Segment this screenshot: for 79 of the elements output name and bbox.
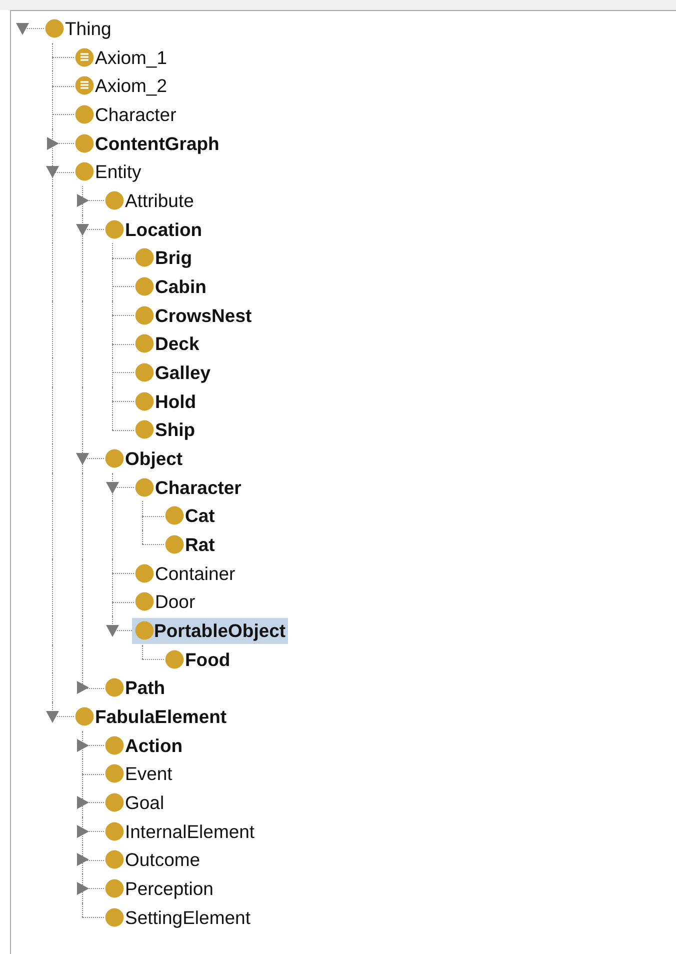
- collapse-toggle-icon[interactable]: [76, 452, 89, 466]
- class-label[interactable]: Cabin: [154, 274, 208, 300]
- expand-toggle-icon[interactable]: [76, 824, 89, 838]
- circle-icon: [105, 736, 124, 755]
- class-label[interactable]: CrowsNest: [154, 302, 254, 329]
- circle-icon: [135, 277, 154, 296]
- circle-icon: [75, 162, 94, 182]
- circle-icon: [105, 764, 124, 784]
- expand-toggle-icon[interactable]: [76, 738, 89, 752]
- class-label[interactable]: Axiom_1: [94, 44, 169, 71]
- expand-toggle-icon[interactable]: [76, 194, 89, 208]
- circle-icon: [105, 850, 124, 870]
- circle-icon: [135, 621, 154, 640]
- circle-icon: [75, 707, 94, 726]
- class-label[interactable]: ContentGraph: [94, 130, 222, 157]
- class-label[interactable]: Character: [94, 102, 178, 128]
- class-label[interactable]: Thing: [64, 16, 114, 42]
- circle-icon: [135, 420, 154, 440]
- class-label[interactable]: Path: [124, 675, 168, 702]
- circle-icon: [105, 191, 124, 210]
- class-label[interactable]: Perception: [124, 876, 216, 902]
- collapse-toggle-icon[interactable]: [106, 624, 119, 638]
- circle-icon: [105, 220, 124, 239]
- circle-icon: [45, 19, 64, 38]
- class-label[interactable]: Hold: [154, 388, 198, 415]
- class-label[interactable]: Ship: [154, 417, 198, 444]
- class-label[interactable]: Brig: [154, 245, 194, 272]
- class-label[interactable]: Outcome: [124, 847, 202, 874]
- circle-icon: [105, 908, 124, 927]
- circle-icon: [135, 306, 154, 325]
- class-label[interactable]: Door: [154, 589, 198, 616]
- circle-icon: [135, 334, 154, 354]
- circle-icon: [135, 392, 154, 411]
- collapse-toggle-icon[interactable]: [106, 480, 119, 494]
- collapse-toggle-icon[interactable]: [16, 22, 29, 35]
- class-label[interactable]: InternalElement: [124, 818, 257, 845]
- class-label[interactable]: Attribute: [124, 188, 196, 214]
- collapse-toggle-icon[interactable]: [76, 222, 89, 236]
- class-label[interactable]: Object: [124, 446, 185, 472]
- class-label[interactable]: Entity: [94, 159, 144, 186]
- circle-icon: [165, 535, 184, 554]
- class-label[interactable]: PortableObject: [132, 618, 288, 644]
- class-label[interactable]: Axiom_2: [94, 73, 169, 100]
- expand-toggle-icon[interactable]: [76, 882, 89, 896]
- collapse-toggle-icon[interactable]: [46, 165, 59, 178]
- expand-toggle-icon[interactable]: [76, 796, 89, 810]
- circle-icon: [105, 822, 124, 841]
- class-label[interactable]: FabulaElement: [94, 704, 229, 730]
- class-label[interactable]: Cat: [184, 503, 217, 530]
- circle-icon: [135, 363, 154, 382]
- class-label[interactable]: Action: [124, 732, 185, 759]
- expand-toggle-icon[interactable]: [76, 681, 89, 694]
- class-label[interactable]: Goal: [124, 790, 166, 816]
- class-label[interactable]: Container: [154, 560, 238, 587]
- circle-icon: [165, 506, 184, 526]
- class-label[interactable]: Food: [184, 646, 232, 673]
- circle-icon: [135, 592, 154, 612]
- circle-icon: [135, 248, 154, 268]
- expand-toggle-icon[interactable]: [76, 853, 89, 866]
- expand-toggle-icon[interactable]: [46, 136, 59, 150]
- lined-circle-icon: [75, 76, 94, 96]
- circle-icon: [105, 678, 124, 698]
- class-label[interactable]: Character: [154, 474, 244, 501]
- circle-icon: [75, 105, 94, 124]
- lined-circle-icon: [75, 48, 94, 67]
- class-label[interactable]: Location: [124, 216, 204, 243]
- class-label[interactable]: Deck: [154, 331, 202, 358]
- class-label[interactable]: Galley: [154, 360, 213, 386]
- circle-icon: [135, 478, 154, 497]
- circle-icon: [75, 134, 94, 153]
- circle-icon: [135, 564, 154, 583]
- class-label[interactable]: Event: [124, 761, 174, 788]
- circle-icon: [165, 650, 184, 669]
- collapse-toggle-icon[interactable]: [46, 710, 59, 724]
- circle-icon: [105, 449, 124, 468]
- circle-icon: [105, 879, 124, 898]
- class-label[interactable]: SettingElement: [124, 904, 252, 931]
- circle-icon: [105, 793, 124, 812]
- class-label[interactable]: Rat: [184, 532, 217, 558]
